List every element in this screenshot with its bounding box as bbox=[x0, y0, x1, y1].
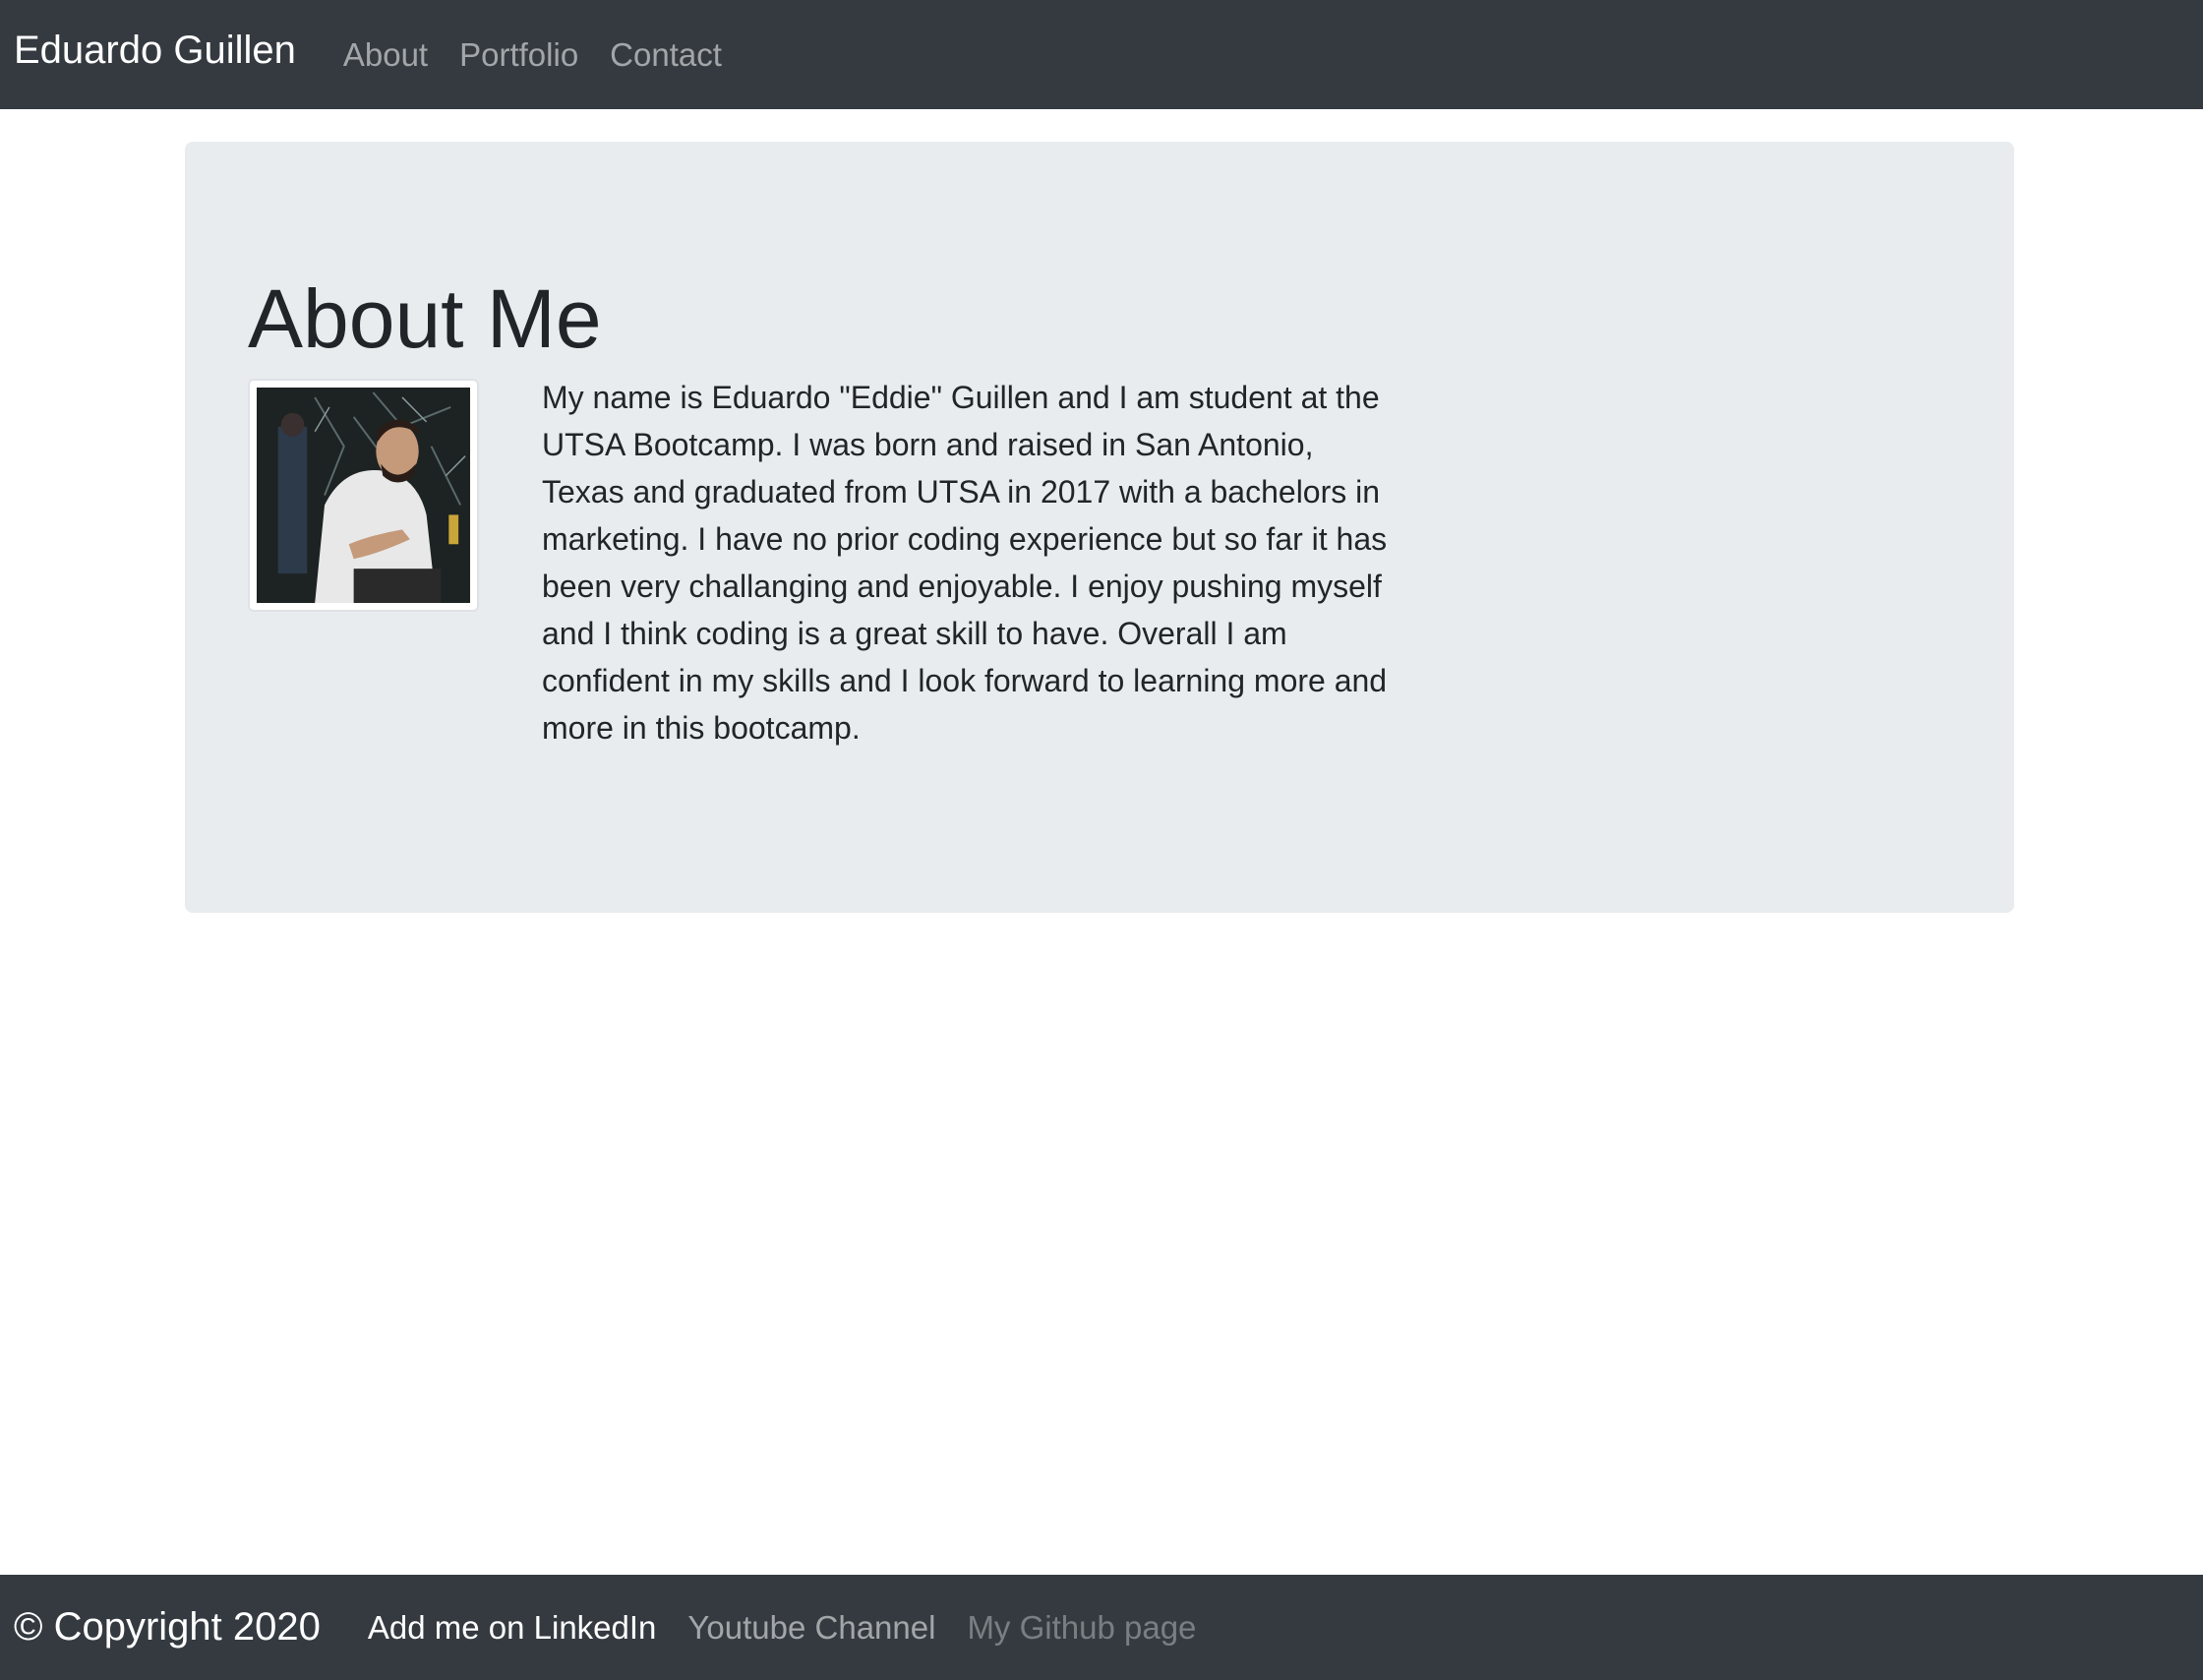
bio-text: My name is Eduardo "Eddie" Guillen and I… bbox=[542, 380, 1388, 746]
footer: © Copyright 2020 Add me on LinkedIn Yout… bbox=[0, 1575, 2203, 1680]
copyright-text: © Copyright 2020 bbox=[14, 1605, 321, 1649]
about-jumbotron: About Me My name is Eduardo "Eddie" Guil… bbox=[185, 142, 2014, 913]
nav-link-contact[interactable]: Contact bbox=[610, 36, 722, 74]
footer-link-linkedin[interactable]: Add me on LinkedIn bbox=[368, 1609, 657, 1647]
profile-photo-frame bbox=[248, 379, 479, 612]
nav-link-portfolio[interactable]: Portfolio bbox=[459, 36, 578, 74]
navbar-brand[interactable]: Eduardo Guillen bbox=[14, 30, 296, 70]
page: Eduardo Guillen About Portfolio Contact … bbox=[0, 0, 2203, 1680]
top-navbar: Eduardo Guillen About Portfolio Contact bbox=[0, 0, 2203, 109]
nav-links: About Portfolio Contact bbox=[343, 36, 753, 74]
footer-link-youtube[interactable]: Youtube Channel bbox=[687, 1609, 935, 1647]
nav-link-about[interactable]: About bbox=[343, 36, 428, 74]
footer-link-github[interactable]: My Github page bbox=[967, 1609, 1196, 1647]
profile-photo bbox=[257, 388, 470, 603]
page-title: About Me bbox=[248, 272, 602, 365]
